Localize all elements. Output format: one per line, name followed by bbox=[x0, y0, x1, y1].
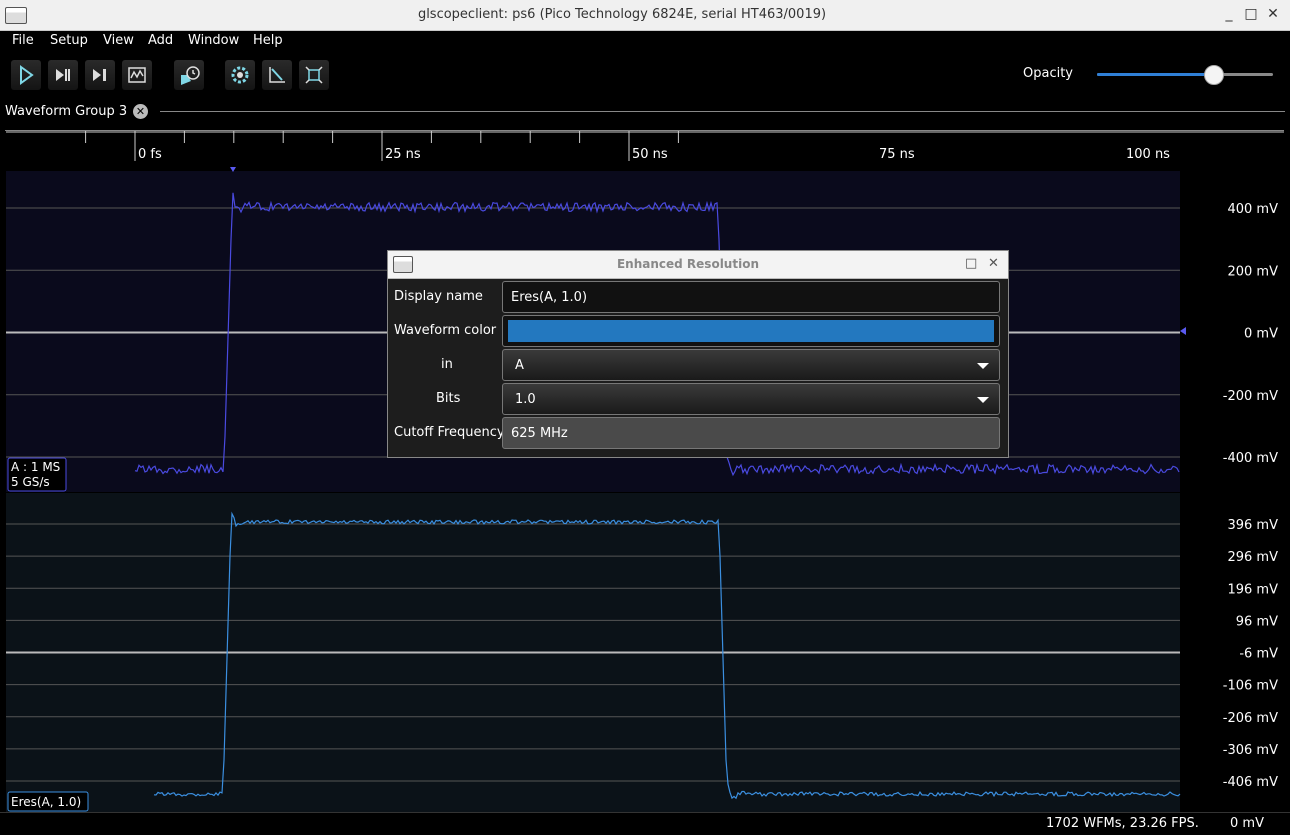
y-axis-label: 0 mV bbox=[1244, 327, 1278, 342]
opacity-slider-knob[interactable] bbox=[1204, 65, 1225, 85]
cutoff-frequency-label: Cutoff Frequency bbox=[394, 425, 505, 440]
cutoff-frequency-value: 625 MHz bbox=[511, 426, 568, 441]
waveform-color-button[interactable] bbox=[502, 315, 1000, 347]
window-titlebar[interactable]: glscopeclient: ps6 (Pico Technology 6824… bbox=[0, 0, 1290, 31]
timeline-label: 50 ns bbox=[632, 147, 668, 162]
y-axis-label: 296 mV bbox=[1227, 550, 1278, 565]
single-step-icon[interactable] bbox=[48, 60, 78, 90]
step-icon[interactable] bbox=[85, 60, 115, 90]
measure-icon[interactable] bbox=[262, 60, 292, 90]
timeline-label: 75 ns bbox=[879, 147, 915, 162]
menu-file[interactable]: File bbox=[12, 33, 34, 48]
y-axis-label: 396 mV bbox=[1227, 518, 1278, 533]
dialog-maximize-icon[interactable]: □ bbox=[965, 256, 977, 271]
display-name-value: Eres(A, 1.0) bbox=[511, 290, 588, 305]
in-select-value: A bbox=[515, 358, 524, 373]
y-axis-label: -6 mV bbox=[1239, 647, 1278, 662]
close-button[interactable]: ✕ bbox=[1266, 6, 1280, 22]
chevron-down-icon bbox=[977, 363, 989, 369]
window-title: glscopeclient: ps6 (Pico Technology 6824… bbox=[417, 7, 827, 22]
in-label: in bbox=[441, 357, 453, 372]
menu-view[interactable]: View bbox=[103, 33, 134, 48]
bits-select[interactable]: 1.0 bbox=[502, 383, 1000, 415]
y-axis-label: 196 mV bbox=[1227, 582, 1278, 597]
status-cursor-value: 0 mV bbox=[1230, 816, 1264, 831]
menubar: File Setup View Add Window Help bbox=[0, 31, 1290, 53]
y-axis-label: -206 mV bbox=[1223, 711, 1278, 726]
bits-label: Bits bbox=[436, 391, 461, 406]
maximize-button[interactable]: □ bbox=[1244, 6, 1258, 22]
fullscreen-icon[interactable] bbox=[299, 60, 329, 90]
opacity-label: Opacity bbox=[1023, 66, 1074, 81]
display-name-label: Display name bbox=[394, 289, 483, 304]
panel2-channel-name: Eres(A, 1.0) bbox=[11, 795, 81, 809]
history-icon[interactable] bbox=[174, 60, 204, 90]
tab-divider bbox=[160, 111, 1285, 112]
tab-row: Waveform Group 3 ✕ bbox=[0, 97, 1290, 127]
waveform-color-swatch bbox=[508, 320, 994, 342]
chevron-down-icon bbox=[977, 397, 989, 403]
y-axis-label: -200 mV bbox=[1223, 389, 1278, 404]
timeline-label: 25 ns bbox=[385, 147, 421, 162]
status-fps: 1702 WFMs, 23.26 FPS. bbox=[1046, 816, 1199, 831]
settings-icon[interactable] bbox=[225, 60, 255, 90]
play-icon[interactable] bbox=[11, 60, 41, 90]
panel1-channel-rate: 5 GS/s bbox=[11, 475, 50, 489]
opacity-slider-fill bbox=[1097, 73, 1214, 76]
menu-setup[interactable]: Setup bbox=[50, 33, 88, 48]
dialog-titlebar[interactable]: Enhanced Resolution □ ✕ bbox=[388, 251, 1008, 279]
menu-help[interactable]: Help bbox=[253, 33, 283, 48]
waveform-color-label: Waveform color bbox=[394, 323, 497, 338]
y-axis-label: -400 mV bbox=[1223, 451, 1278, 466]
dialog-title: Enhanced Resolution bbox=[616, 257, 759, 271]
tab-close-icon[interactable]: ✕ bbox=[133, 104, 148, 119]
y-axis-label: -306 mV bbox=[1223, 743, 1278, 758]
bits-select-value: 1.0 bbox=[515, 392, 536, 407]
minimize-button[interactable]: _ bbox=[1222, 6, 1236, 22]
timeline-label: 100 ns bbox=[1126, 147, 1170, 162]
y-axis-label: -406 mV bbox=[1223, 775, 1278, 790]
cutoff-frequency-field: 625 MHz bbox=[502, 417, 1000, 449]
opacity-slider[interactable] bbox=[1097, 65, 1273, 85]
y-axis-label: -106 mV bbox=[1223, 679, 1278, 694]
display-name-input[interactable]: Eres(A, 1.0) bbox=[502, 281, 1000, 313]
toolbar: Opacity bbox=[0, 53, 1290, 97]
menu-add[interactable]: Add bbox=[148, 33, 173, 48]
waveform-view[interactable]: 0 fs 25 ns 50 ns 75 ns 100 ns 400 mV 200 mV 0 … bbox=[6, 131, 1284, 812]
tab-waveform-group[interactable]: Waveform Group 3 bbox=[5, 104, 127, 119]
y-axis-label: 96 mV bbox=[1236, 614, 1278, 629]
in-select[interactable]: A bbox=[502, 349, 1000, 381]
menu-window[interactable]: Window bbox=[188, 33, 239, 48]
enhanced-resolution-dialog[interactable]: Enhanced Resolution □ ✕ Display name Ere… bbox=[387, 250, 1009, 458]
panel1-channel-name: A : 1 MS bbox=[11, 460, 60, 474]
timeline-label: 0 fs bbox=[138, 147, 162, 162]
statusbar: 1702 WFMs, 23.26 FPS. 0 mV bbox=[0, 812, 1290, 835]
waveform-icon[interactable] bbox=[122, 60, 152, 90]
y-axis-label: 400 mV bbox=[1227, 202, 1278, 217]
dialog-close-icon[interactable]: ✕ bbox=[988, 256, 999, 271]
y-axis-label: 200 mV bbox=[1227, 264, 1278, 279]
